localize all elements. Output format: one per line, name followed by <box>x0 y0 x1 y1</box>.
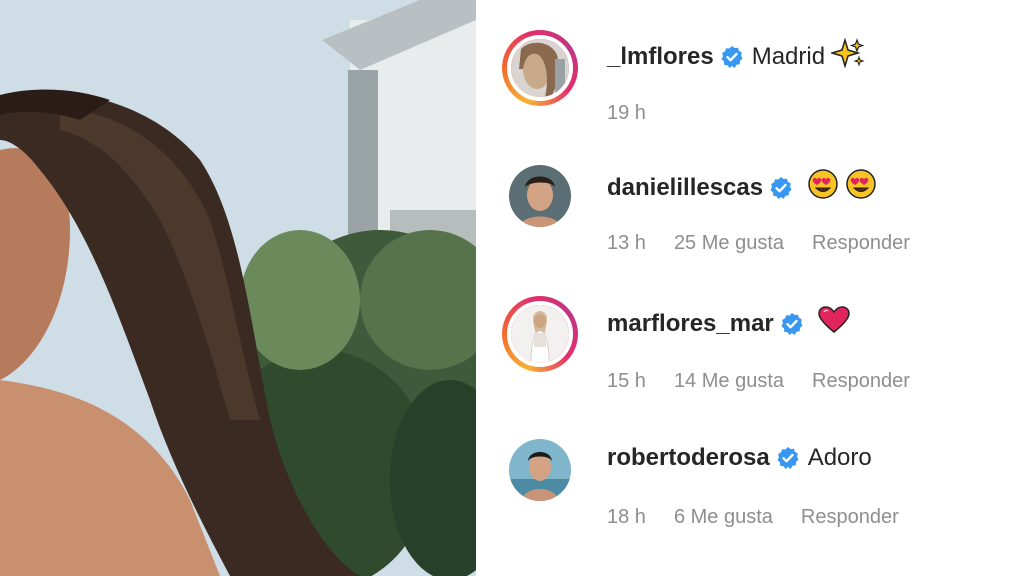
comment-item: marflores_mar 15 h 14 Me gusta Responder <box>476 286 1024 396</box>
post-photo-illustration <box>0 0 476 576</box>
comment-likes[interactable]: 25 Me gusta <box>674 232 784 255</box>
avatar-story-ring[interactable] <box>502 30 578 106</box>
reply-button[interactable]: Responder <box>812 232 910 255</box>
comment-main-line: _lmflores Madrid <box>607 37 865 75</box>
comment-username[interactable]: _lmflores <box>607 43 714 71</box>
avatar <box>509 165 571 227</box>
avatar <box>507 35 573 101</box>
comment-time: 13 h <box>607 232 646 254</box>
comment-main-line: marflores_mar <box>607 306 850 341</box>
comment-main-line: danielillescas <box>607 168 877 207</box>
avatar-image <box>511 39 569 97</box>
comment-username[interactable]: danielillescas <box>607 174 763 202</box>
verified-badge-icon <box>720 45 744 69</box>
comment-meta: 15 h 14 Me gusta Responder <box>607 370 938 393</box>
comment-time: 19 h <box>607 102 646 124</box>
comments-list: _lmflores Madrid 19 h danielillescas 13 … <box>476 0 1024 576</box>
comment-item: _lmflores Madrid 19 h <box>476 18 1024 128</box>
avatar-story-ring[interactable] <box>502 296 578 372</box>
comment-meta: 18 h 6 Me gusta Responder <box>607 506 927 529</box>
comment-time: 18 h <box>607 506 646 528</box>
comment-meta: 13 h 25 Me gusta Responder <box>607 232 938 255</box>
comment-text: Adoro <box>807 444 872 471</box>
comment-username[interactable]: robertoderosa <box>607 444 770 472</box>
verified-badge-icon <box>776 446 800 470</box>
comment-likes[interactable]: 6 Me gusta <box>674 506 773 529</box>
comment-item: robertoderosa Adoro 18 h 6 Me gusta Resp… <box>476 424 1024 534</box>
comment-main-line: robertoderosa Adoro <box>607 444 872 472</box>
avatar-image <box>511 305 569 363</box>
avatar-wrapper[interactable] <box>502 432 578 508</box>
comment-time: 15 h <box>607 370 646 392</box>
red-heart-icon <box>818 306 850 341</box>
comment-item: danielillescas 13 h 25 Me gusta Responde… <box>476 148 1024 258</box>
reply-button[interactable]: Responder <box>812 370 910 393</box>
comment-text: Madrid <box>751 42 826 70</box>
post-photo <box>0 0 476 576</box>
verified-badge-icon <box>769 176 793 200</box>
avatar-image <box>509 165 571 227</box>
comment-meta: 19 h <box>607 102 674 125</box>
avatar <box>507 301 573 367</box>
comment-likes[interactable]: 14 Me gusta <box>674 370 784 393</box>
sparkles-icon <box>829 37 865 75</box>
avatar-image <box>509 439 571 501</box>
reply-button[interactable]: Responder <box>801 506 899 529</box>
avatar <box>509 439 571 501</box>
avatar-wrapper[interactable] <box>502 158 578 234</box>
verified-badge-icon <box>780 312 804 336</box>
heart-eyes-icon <box>807 168 877 207</box>
comment-username[interactable]: marflores_mar <box>607 310 774 338</box>
